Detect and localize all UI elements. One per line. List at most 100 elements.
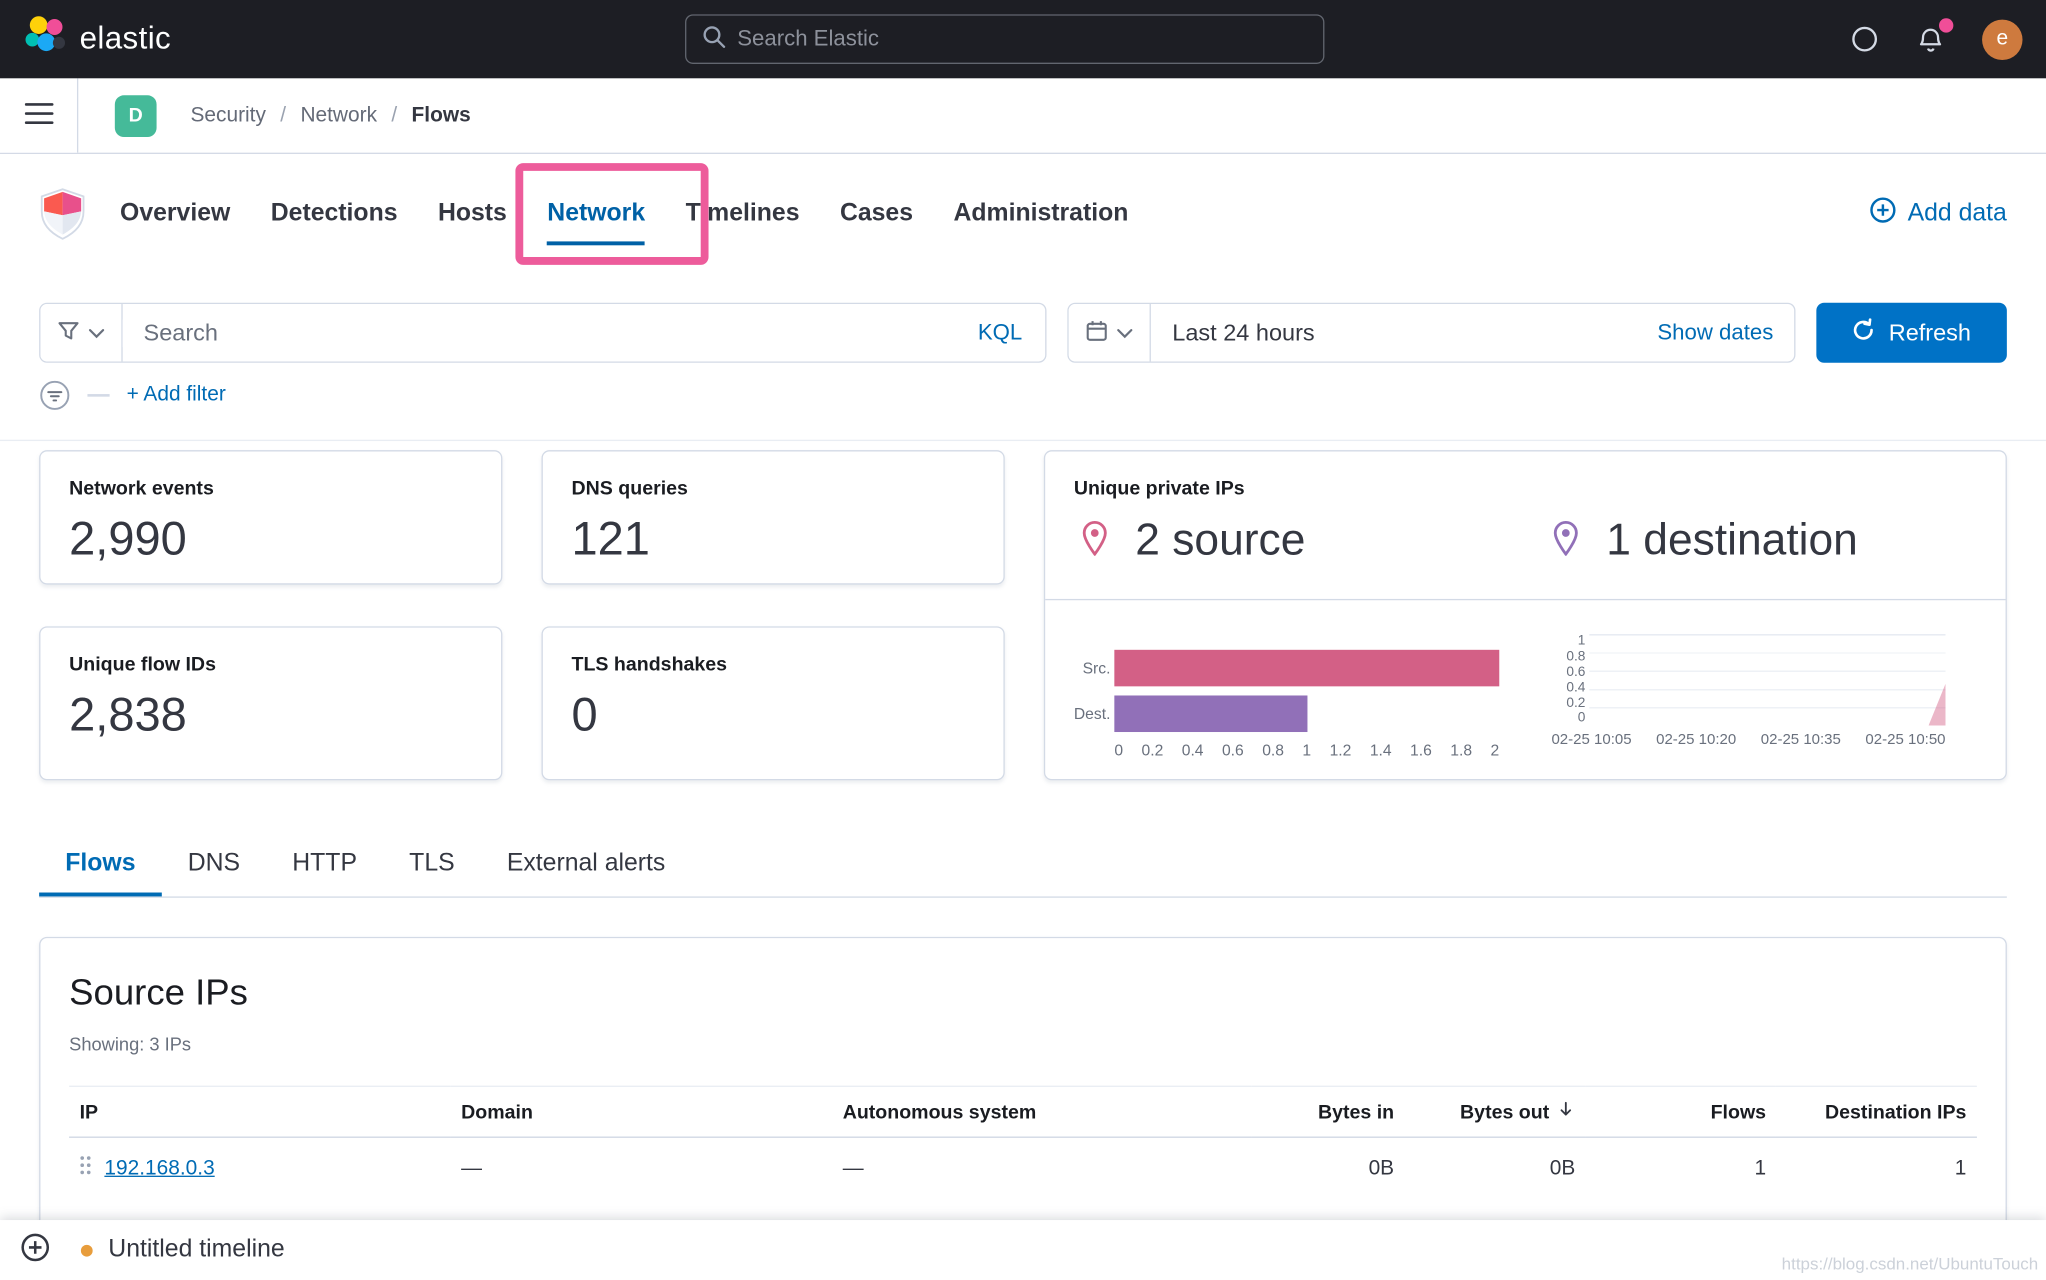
kpi-title: Unique flow IDs bbox=[69, 654, 472, 676]
notification-dot bbox=[1939, 18, 1953, 32]
time-chart-y-axis: 10.80.60.40.20 bbox=[1551, 634, 1585, 725]
col-destination-ips[interactable]: Destination IPs bbox=[1777, 1086, 1977, 1137]
destination-bar bbox=[1114, 695, 1306, 732]
tab-external-alerts[interactable]: External alerts bbox=[481, 835, 692, 896]
nav-tab-network[interactable]: Network bbox=[547, 200, 645, 229]
breadcrumb-separator: / bbox=[280, 104, 286, 127]
ip-link[interactable]: 192.168.0.3 bbox=[104, 1157, 214, 1180]
calendar-icon bbox=[1086, 320, 1108, 346]
security-nav-row: Overview Detections Hosts Network Timeli… bbox=[0, 154, 2046, 274]
global-search-input[interactable] bbox=[737, 26, 1307, 52]
source-pin-icon bbox=[1080, 520, 1109, 562]
query-search-input[interactable] bbox=[123, 319, 978, 346]
panel-title: Source IPs bbox=[69, 972, 1977, 1014]
source-ips-table: IP Domain Autonomous system Bytes in Byt… bbox=[69, 1086, 1977, 1200]
plus-circle-icon bbox=[1870, 197, 1896, 231]
cell-bytes-out: 0B bbox=[1405, 1137, 1586, 1199]
add-filter-button[interactable]: + Add filter bbox=[127, 384, 226, 407]
col-domain[interactable]: Domain bbox=[451, 1086, 833, 1137]
tab-flows[interactable]: Flows bbox=[39, 835, 161, 896]
breadcrumb-separator: / bbox=[391, 104, 397, 127]
user-avatar[interactable]: e bbox=[1982, 19, 2022, 59]
content-divider bbox=[0, 440, 2046, 441]
kpi-value: 2,990 bbox=[69, 512, 472, 567]
security-logo-icon bbox=[39, 188, 86, 240]
kpi-value: 121 bbox=[572, 512, 975, 567]
hamburger-icon bbox=[24, 102, 53, 129]
unique-ips-charts: Src. Dest. 00.20.40.60.811.21.41.61.82 1… bbox=[1045, 600, 2005, 757]
nav-tab-overview[interactable]: Overview bbox=[120, 200, 230, 229]
col-bytes-in[interactable]: Bytes in bbox=[1252, 1086, 1405, 1137]
timeline-title[interactable]: Untitled timeline bbox=[108, 1236, 284, 1265]
date-picker-group: Last 24 hours Show dates bbox=[1068, 303, 1796, 363]
nav-tab-cases[interactable]: Cases bbox=[840, 200, 913, 229]
nav-tab-timelines[interactable]: Timelines bbox=[686, 200, 800, 229]
refresh-icon bbox=[1852, 318, 1875, 348]
global-search[interactable] bbox=[685, 14, 1324, 64]
kpi-value: 2,838 bbox=[69, 688, 472, 743]
cell-destination-ips: 1 bbox=[1777, 1137, 1977, 1199]
nav-tab-administration[interactable]: Administration bbox=[953, 200, 1128, 229]
drag-handle-icon[interactable] bbox=[80, 1155, 92, 1182]
col-autonomous-system[interactable]: Autonomous system bbox=[832, 1086, 1252, 1137]
filter-row: + Add filter bbox=[39, 377, 226, 414]
bar-label-src: Src. bbox=[1071, 659, 1110, 677]
add-data-button[interactable]: Add data bbox=[1870, 197, 2007, 231]
filter-options-icon[interactable] bbox=[39, 380, 70, 411]
kql-search-group: KQL bbox=[39, 303, 1047, 363]
show-dates-button[interactable]: Show dates bbox=[1657, 320, 1794, 346]
breadcrumb-network[interactable]: Network bbox=[300, 104, 377, 127]
kpi-value: 0 bbox=[572, 688, 975, 743]
table-header-row: IP Domain Autonomous system Bytes in Byt… bbox=[69, 1086, 1977, 1137]
nav-tab-detections[interactable]: Detections bbox=[271, 200, 398, 229]
breadcrumb-security[interactable]: Security bbox=[191, 104, 266, 127]
source-bar bbox=[1114, 650, 1499, 687]
cell-autonomous-system: — bbox=[832, 1137, 1252, 1199]
query-bar: KQL Last 24 hours Show dates Refresh bbox=[39, 303, 2007, 363]
unique-ips-bar-chart: Src. Dest. 00.20.40.60.811.21.41.61.82 bbox=[1071, 650, 1499, 760]
space-avatar[interactable]: D bbox=[115, 95, 157, 137]
timeline-add-icon[interactable] bbox=[21, 1232, 50, 1267]
sort-desc-icon bbox=[1557, 1100, 1575, 1123]
time-chart-plot bbox=[1589, 634, 1945, 725]
app-window: elastic e bbox=[0, 0, 2046, 1280]
add-data-label: Add data bbox=[1908, 200, 2007, 229]
time-range-value[interactable]: Last 24 hours bbox=[1151, 319, 1314, 346]
tab-tls[interactable]: TLS bbox=[383, 835, 481, 896]
saved-query-icon bbox=[57, 320, 79, 346]
breadcrumb-bar: D Security / Network / Flows bbox=[0, 78, 2046, 154]
bar-x-axis: 00.20.40.60.811.21.41.61.82 bbox=[1114, 741, 1499, 759]
timeline-bar: Untitled timeline https://blog.csdn.net/… bbox=[0, 1220, 2046, 1280]
elastic-logo-icon bbox=[23, 14, 66, 64]
source-metric: 2 source bbox=[1080, 515, 1305, 566]
nav-tab-hosts[interactable]: Hosts bbox=[438, 200, 507, 229]
security-nav-tabs: Overview Detections Hosts Network Timeli… bbox=[120, 200, 1128, 229]
kpi-card-network-events: Network events 2,990 bbox=[39, 450, 502, 584]
showing-count: Showing: 3 IPs bbox=[69, 1033, 1977, 1054]
kpi-card-unique-flow-ids: Unique flow IDs 2,838 bbox=[39, 626, 502, 780]
notifications-icon[interactable] bbox=[1916, 24, 1946, 54]
refresh-button[interactable]: Refresh bbox=[1816, 303, 2007, 363]
destination-metric: 1 destination bbox=[1551, 515, 1857, 566]
kpi-title: Unique private IPs bbox=[1045, 478, 2005, 500]
col-ip[interactable]: IP bbox=[69, 1086, 451, 1137]
timeline-status-dot bbox=[81, 1244, 93, 1256]
tab-http[interactable]: HTTP bbox=[266, 835, 383, 896]
elastic-brand[interactable]: elastic bbox=[23, 14, 171, 64]
unique-ips-time-chart: 10.80.60.40.20 02-25 10:0502-25 10:2002-… bbox=[1551, 634, 1945, 748]
col-bytes-out[interactable]: Bytes out bbox=[1405, 1086, 1586, 1137]
saved-query-menu-button[interactable] bbox=[40, 304, 122, 361]
date-quick-menu-button[interactable] bbox=[1069, 304, 1151, 361]
menu-toggle-button[interactable] bbox=[0, 78, 78, 152]
help-icon[interactable] bbox=[1850, 25, 1879, 54]
col-flows[interactable]: Flows bbox=[1586, 1086, 1777, 1137]
unique-ips-metrics: 2 source 1 destination bbox=[1045, 515, 2005, 580]
kpi-card-dns-queries: DNS queries 121 bbox=[542, 450, 1005, 584]
watermark-text: https://blog.csdn.net/UbuntuTouch bbox=[1782, 1254, 2039, 1274]
kql-language-button[interactable]: KQL bbox=[978, 320, 1046, 346]
kpi-card-unique-private-ips: Unique private IPs 2 source 1 destinatio… bbox=[1044, 450, 2007, 780]
filter-divider bbox=[87, 394, 109, 397]
tab-dns[interactable]: DNS bbox=[162, 835, 267, 896]
brand-name: elastic bbox=[80, 21, 172, 58]
destination-count: 1 destination bbox=[1606, 515, 1858, 566]
